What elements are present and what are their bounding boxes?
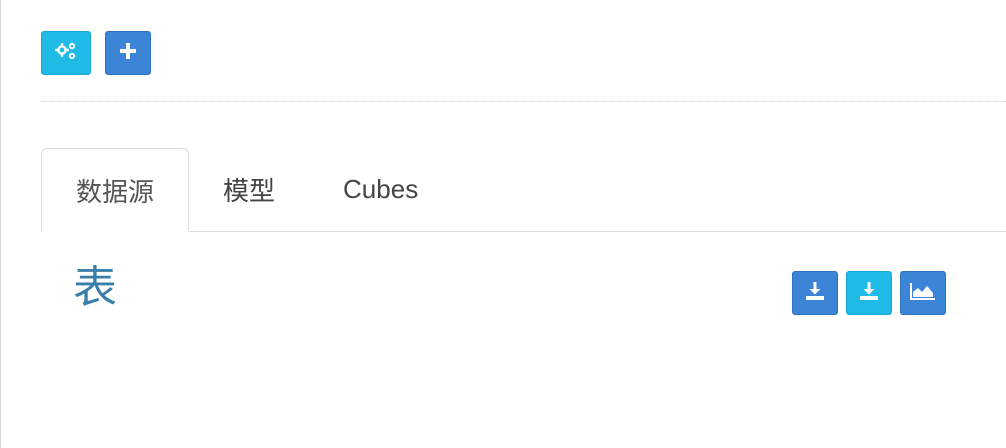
page: 数据源 模型 Cubes 表 bbox=[0, 0, 1006, 448]
download-icon bbox=[859, 281, 879, 306]
divider bbox=[41, 101, 1006, 102]
tab-label: Cubes bbox=[343, 174, 419, 204]
tab-models[interactable]: 模型 bbox=[189, 148, 309, 231]
load-button[interactable] bbox=[846, 271, 892, 315]
download-icon bbox=[805, 281, 825, 306]
area-chart-icon bbox=[910, 282, 936, 305]
settings-button[interactable] bbox=[41, 31, 91, 75]
gears-icon bbox=[54, 41, 78, 66]
section-title: 表 bbox=[73, 263, 118, 312]
section-actions bbox=[792, 271, 946, 315]
tab-label: 数据源 bbox=[76, 176, 155, 207]
add-button[interactable] bbox=[105, 31, 151, 75]
tab-cubes[interactable]: Cubes bbox=[309, 148, 452, 231]
chart-button[interactable] bbox=[900, 271, 946, 315]
tab-bar: 数据源 模型 Cubes bbox=[41, 148, 1006, 232]
tab-label: 模型 bbox=[223, 176, 276, 206]
plus-icon bbox=[119, 42, 137, 65]
import-button[interactable] bbox=[792, 271, 838, 315]
top-toolbar bbox=[41, 31, 151, 75]
tab-datasource[interactable]: 数据源 bbox=[41, 148, 190, 232]
